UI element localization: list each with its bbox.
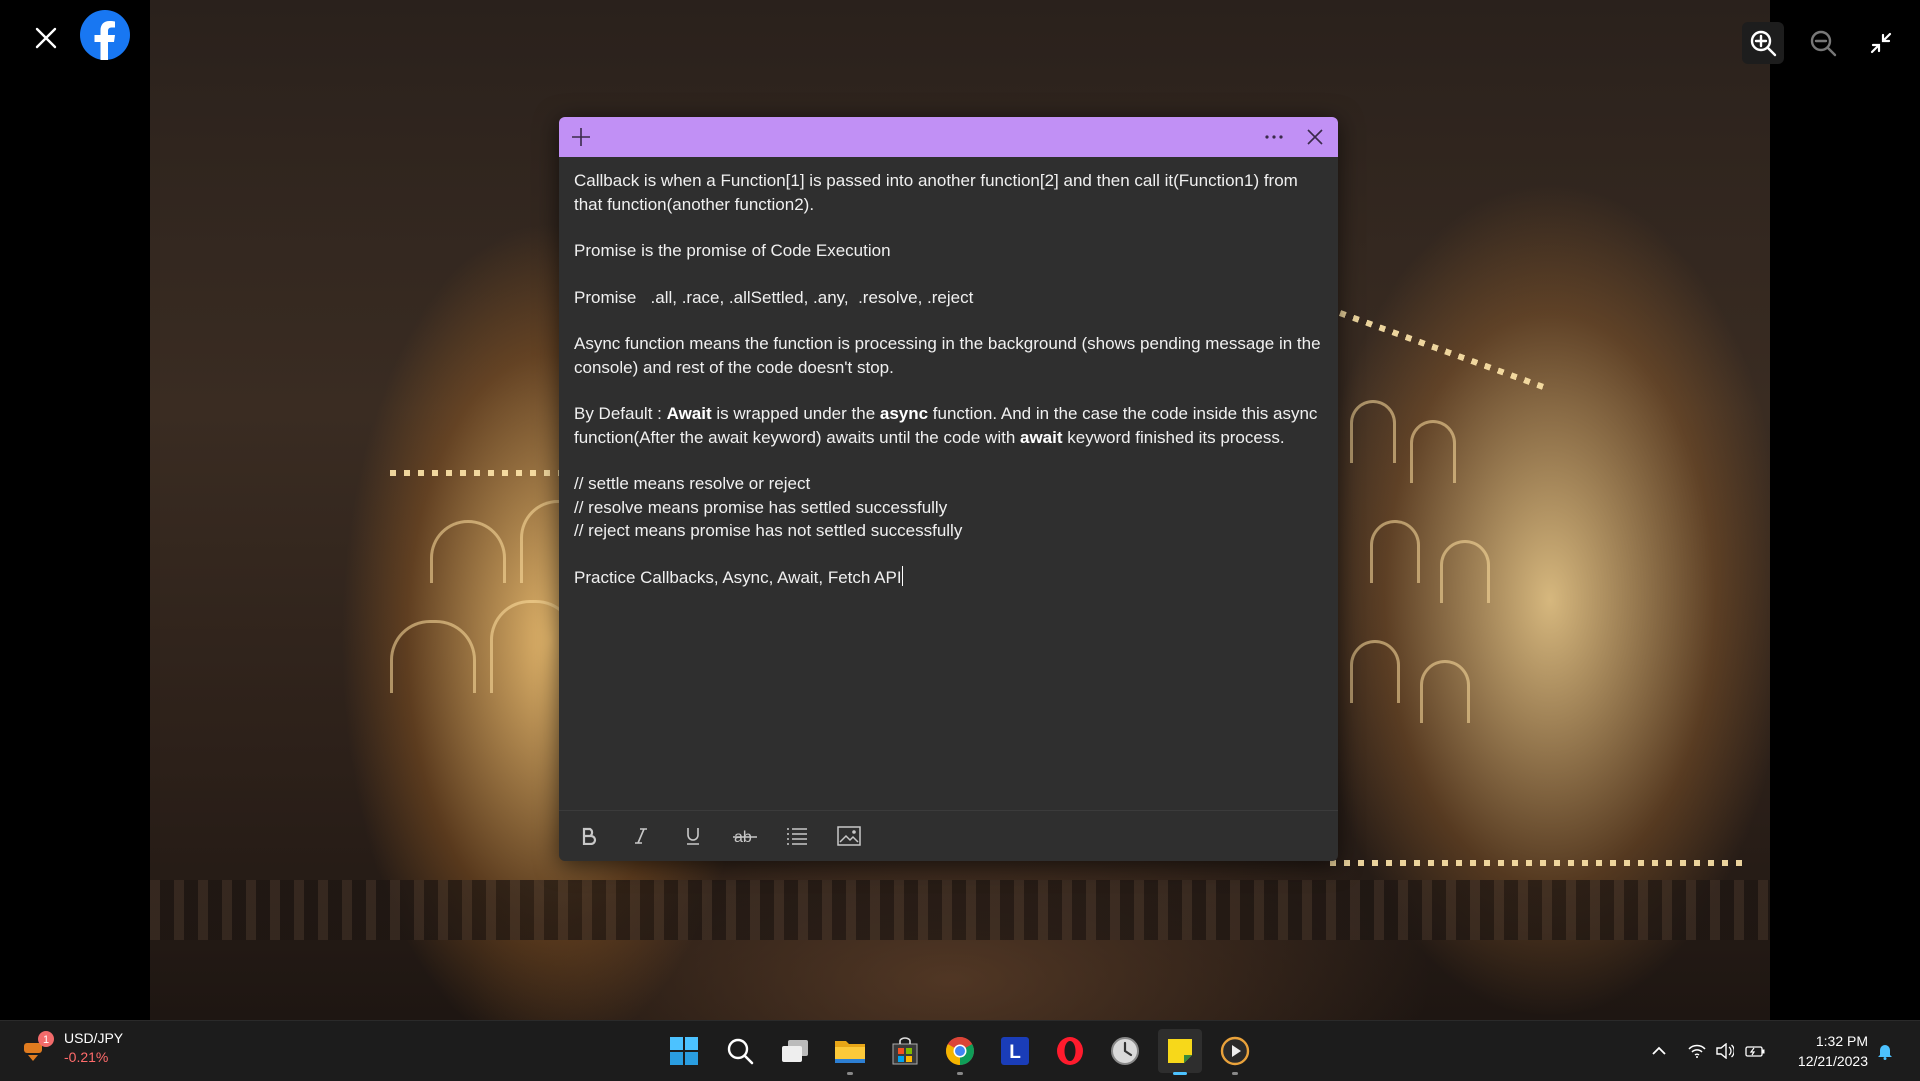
note-paragraph: Callback is when a Function[1] is passed… (574, 171, 1298, 214)
clock-app-button[interactable] (1103, 1029, 1147, 1073)
note-paragraph: Practice Callbacks, Async, Await, Fetch … (574, 565, 1323, 590)
notification-badge: 1 (43, 1034, 49, 1046)
insert-image-button[interactable] (823, 816, 875, 856)
collapse-icon (1870, 32, 1892, 54)
strikethrough-button[interactable]: ab (719, 816, 771, 856)
clock[interactable]: 1:32 PM 12/21/2023 (1772, 1031, 1868, 1071)
battery-button[interactable] (1744, 1021, 1766, 1081)
volume-button[interactable] (1714, 1021, 1736, 1081)
new-note-button[interactable] (567, 123, 595, 151)
chrome-button[interactable] (938, 1029, 982, 1075)
start-icon (670, 1037, 698, 1065)
taskbar: 1 USD/JPY -0.21% L 1:32 PM 12/21/2023 (0, 1020, 1920, 1081)
image-icon (837, 826, 861, 846)
stock-widget-icon: 1 (20, 1031, 54, 1065)
add-note-icon (572, 128, 590, 146)
exit-fullscreen-button[interactable] (1860, 22, 1902, 64)
bold-text: Await (666, 404, 712, 423)
underline-button[interactable] (667, 816, 719, 856)
stock-widget[interactable]: 1 USD/JPY -0.21% (20, 1029, 123, 1067)
note-paragraph: Promise is the promise of Code Execution (574, 241, 891, 260)
more-options-button[interactable] (1259, 123, 1289, 151)
sticky-notes-icon (1168, 1039, 1192, 1063)
sticky-note-title-bar[interactable] (559, 117, 1338, 157)
facebook-logo[interactable] (80, 10, 130, 60)
close-viewer-button[interactable] (26, 18, 66, 58)
facebook-logo-icon (94, 21, 115, 60)
search-button[interactable] (718, 1029, 762, 1073)
bullet-list-icon (787, 828, 807, 845)
sticky-note-window: Callback is when a Function[1] is passed… (559, 117, 1338, 861)
bold-icon (582, 827, 597, 845)
text-caret (901, 565, 903, 586)
zoom-out-icon (1810, 30, 1837, 57)
active-indicator (1173, 1072, 1187, 1075)
underline-icon (687, 828, 699, 845)
zoom-out-button[interactable] (1802, 22, 1844, 64)
text-span: By Default : (574, 404, 667, 423)
note-paragraph: Async function means the function is pro… (574, 334, 1321, 377)
l-app-letter: L (1009, 1042, 1021, 1063)
notification-bell-icon (1878, 1045, 1892, 1060)
file-explorer-icon (835, 1041, 865, 1063)
note-paragraph: Promise .all, .race, .allSettled, .any, … (574, 287, 974, 307)
note-comment-line: // settle means resolve or reject (574, 474, 811, 493)
running-indicator (1232, 1072, 1238, 1075)
bold-button[interactable] (563, 816, 615, 856)
volume-icon (1716, 1043, 1734, 1059)
wifi-button[interactable] (1686, 1021, 1708, 1081)
bullet-list-button[interactable] (771, 816, 823, 856)
notification-center-button[interactable] (1874, 1021, 1896, 1081)
wifi-icon (1688, 1044, 1706, 1058)
l-app-icon: L (1001, 1037, 1029, 1065)
running-indicator (847, 1072, 853, 1075)
chevron-up-icon (1652, 1046, 1666, 1055)
formatting-toolbar: ab (559, 810, 1338, 861)
bold-text: async (879, 404, 929, 423)
text-span: is wrapped under the (711, 404, 880, 423)
file-explorer-button[interactable] (828, 1029, 872, 1075)
strikethrough-icon: ab (733, 829, 757, 845)
note-comment-line: // resolve means promise has settled suc… (574, 497, 948, 517)
start-button[interactable] (662, 1029, 706, 1073)
opera-icon (1057, 1037, 1083, 1065)
task-view-button[interactable] (773, 1029, 817, 1073)
note-paragraph: By Default : Await is wrapped under the … (574, 402, 1323, 449)
close-note-button[interactable] (1301, 123, 1329, 151)
store-button[interactable] (883, 1029, 927, 1073)
l-app-button[interactable]: L (993, 1029, 1037, 1073)
zoom-in-button[interactable] (1742, 22, 1784, 64)
opera-button[interactable] (1048, 1029, 1092, 1073)
more-options-icon (1265, 135, 1283, 139)
note-comment-line: // reject means promise has not settled … (574, 521, 963, 540)
clock-time: 1:32 PM (1815, 1033, 1868, 1049)
show-hidden-icons-button[interactable] (1648, 1021, 1670, 1081)
clock-date: 12/21/2023 (1797, 1053, 1868, 1069)
text-span: keyword finished its process. (1062, 427, 1285, 447)
italic-icon (635, 828, 647, 844)
task-view-icon (782, 1040, 808, 1062)
bold-text: await (1020, 427, 1063, 447)
sticky-notes-button[interactable] (1158, 1029, 1202, 1075)
close-icon (1307, 129, 1323, 145)
currency-pair: USD/JPY (64, 1030, 124, 1046)
text-span: Practice Callbacks, Async, Await, Fetch … (574, 567, 902, 587)
media-player-button[interactable] (1213, 1029, 1257, 1075)
italic-button[interactable] (615, 816, 667, 856)
store-icon (892, 1037, 918, 1065)
chrome-icon (946, 1037, 974, 1065)
clock-app-icon (1111, 1037, 1139, 1065)
close-icon (35, 27, 57, 49)
note-text-area[interactable]: Callback is when a Function[1] is passed… (559, 157, 1338, 809)
media-player-icon (1220, 1036, 1250, 1066)
running-indicator (957, 1072, 963, 1075)
battery-icon (1745, 1046, 1765, 1057)
zoom-in-icon (1750, 30, 1777, 57)
currency-change: -0.21% (64, 1049, 109, 1065)
search-icon (727, 1038, 754, 1065)
